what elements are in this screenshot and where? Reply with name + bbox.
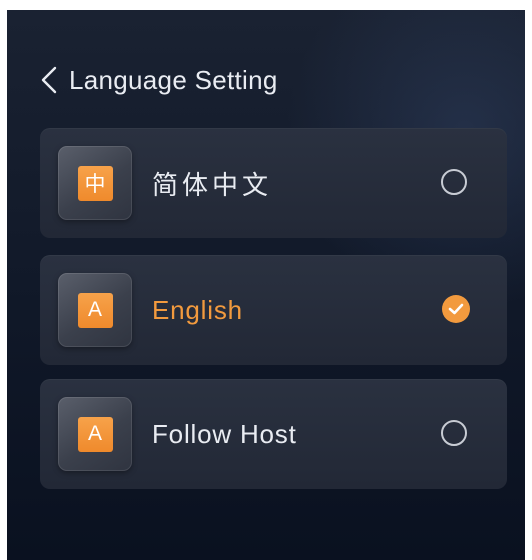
language-setting-panel: Language Setting 中 简体中文 A English A Foll…	[7, 10, 525, 560]
language-option-chinese[interactable]: 中 简体中文	[40, 128, 507, 238]
language-label: Follow Host	[152, 418, 297, 449]
language-icon-tile: A	[58, 273, 132, 347]
back-header[interactable]: Language Setting	[37, 62, 278, 98]
language-option-follow-host[interactable]: A Follow Host	[40, 379, 507, 489]
language-icon-tile: 中	[58, 146, 132, 220]
radio-unchecked-icon[interactable]	[441, 420, 467, 446]
letter-a-icon: A	[77, 416, 113, 452]
chinese-char-icon: 中	[77, 165, 113, 201]
language-option-english[interactable]: A English	[40, 255, 507, 365]
letter-a-icon: A	[77, 292, 113, 328]
language-label: English	[152, 294, 243, 325]
radio-checked-icon[interactable]	[442, 295, 470, 323]
language-icon-tile: A	[58, 397, 132, 471]
chevron-left-icon[interactable]	[37, 65, 61, 95]
radio-unchecked-icon[interactable]	[441, 169, 467, 195]
language-label: 简体中文	[152, 169, 273, 200]
page-title: Language Setting	[69, 64, 278, 95]
